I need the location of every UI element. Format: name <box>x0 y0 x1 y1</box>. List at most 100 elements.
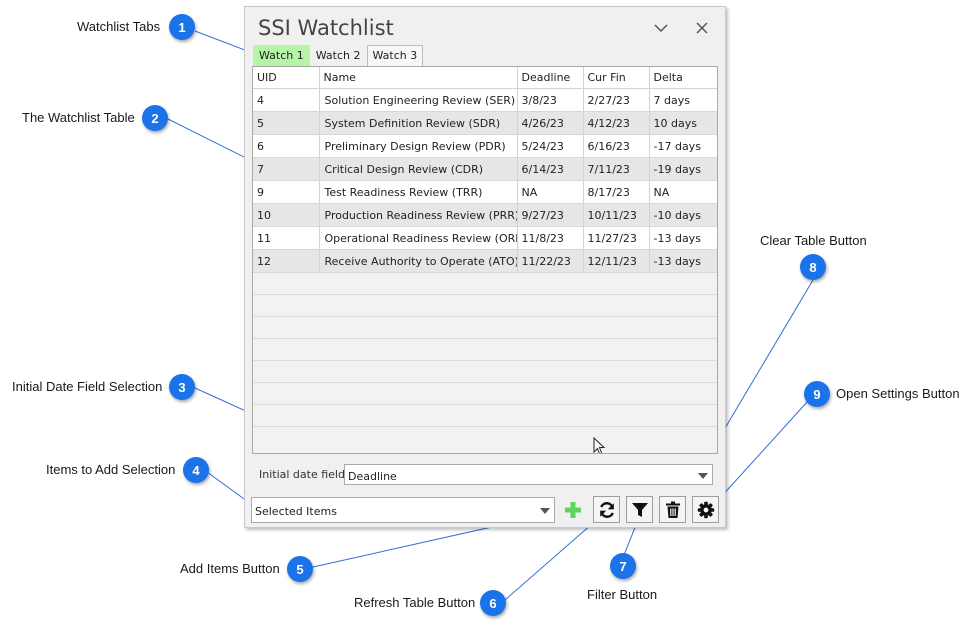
cell-delta: -17 days <box>649 134 717 158</box>
column-header-uid[interactable]: UID <box>253 67 320 89</box>
cell-name: Critical Design Review (CDR) <box>319 157 518 181</box>
initial-date-value: Deadline <box>348 470 397 483</box>
chevron-down-icon <box>654 24 668 33</box>
callout-label-2: The Watchlist Table <box>22 110 135 125</box>
watchlist-table[interactable]: UID Name Deadline Cur Fin Delta 4 Soluti… <box>252 66 718 454</box>
items-to-add-value: Selected Items <box>255 505 337 518</box>
cell-cur-fin: 8/17/23 <box>583 180 650 204</box>
clear-table-button[interactable] <box>659 496 686 523</box>
callout-badge-5: 5 <box>287 556 313 582</box>
column-header-delta[interactable]: Delta <box>649 67 717 89</box>
callout-label-8: Clear Table Button <box>760 233 867 248</box>
trash-icon <box>665 501 680 518</box>
cell-delta: -19 days <box>649 157 717 181</box>
callout-badge-3: 3 <box>169 374 195 400</box>
refresh-table-button[interactable] <box>593 496 620 523</box>
cell-deadline: NA <box>517 180 584 204</box>
cell-cur-fin: 7/11/23 <box>583 157 650 181</box>
cell-uid: 5 <box>253 111 320 135</box>
initial-date-select[interactable]: Deadline <box>344 464 713 485</box>
empty-row <box>253 360 717 383</box>
cell-uid: 6 <box>253 134 320 158</box>
table-row[interactable]: 9 Test Readiness Review (TRR) NA 8/17/23… <box>253 180 717 204</box>
cell-cur-fin: 10/11/23 <box>583 203 650 227</box>
empty-row <box>253 294 717 317</box>
cell-deadline: 11/22/23 <box>517 249 584 273</box>
watchlist-tabs: Watch 1 Watch 2 Watch 3 <box>253 45 424 67</box>
cell-delta: -13 days <box>649 226 717 250</box>
cell-deadline: 4/26/23 <box>517 111 584 135</box>
callout-label-3: Initial Date Field Selection <box>12 379 163 394</box>
cell-deadline: 6/14/23 <box>517 157 584 181</box>
cell-uid: 9 <box>253 180 320 204</box>
table-header-row: UID Name Deadline Cur Fin Delta <box>253 67 717 89</box>
cell-delta: -10 days <box>649 203 717 227</box>
open-settings-button[interactable] <box>692 496 719 523</box>
cell-name: Preliminary Design Review (PDR) <box>319 134 518 158</box>
table-row[interactable]: 10 Production Readiness Review (PRR) 9/2… <box>253 203 717 227</box>
callout-label-9: Open Settings Button <box>836 386 960 401</box>
cell-delta: 10 days <box>649 111 717 135</box>
filter-button[interactable] <box>626 496 653 523</box>
tab-watch-2[interactable]: Watch 2 <box>310 45 367 67</box>
cell-uid: 7 <box>253 157 320 181</box>
table-row[interactable]: 11 Operational Readiness Review (ORR) 11… <box>253 226 717 250</box>
cell-deadline: 3/8/23 <box>517 88 584 112</box>
empty-row <box>253 338 717 361</box>
callout-badge-2: 2 <box>142 105 168 131</box>
cell-uid: 10 <box>253 203 320 227</box>
cell-uid: 12 <box>253 249 320 273</box>
table-row[interactable]: 6 Preliminary Design Review (PDR) 5/24/2… <box>253 134 717 158</box>
items-to-add-select[interactable]: Selected Items <box>251 497 555 523</box>
callout-badge-1: 1 <box>169 14 195 40</box>
cell-uid: 11 <box>253 226 320 250</box>
filter-icon <box>631 502 648 517</box>
initial-date-label: Initial date field: <box>259 468 349 481</box>
window-title: SSI Watchlist <box>258 16 394 40</box>
cell-cur-fin: 11/27/23 <box>583 226 650 250</box>
tab-watch-3[interactable]: Watch 3 <box>366 45 424 66</box>
cell-delta: 7 days <box>649 88 717 112</box>
cell-name: Test Readiness Review (TRR) <box>319 180 518 204</box>
cell-cur-fin: 4/12/23 <box>583 111 650 135</box>
table-row[interactable]: 4 Solution Engineering Review (SER) 3/8/… <box>253 88 717 112</box>
cell-deadline: 11/8/23 <box>517 226 584 250</box>
leader-line-6 <box>504 516 601 601</box>
empty-row <box>253 272 717 295</box>
callout-label-4: Items to Add Selection <box>46 462 176 477</box>
gear-icon <box>697 501 714 518</box>
column-header-deadline[interactable]: Deadline <box>517 67 584 89</box>
close-button[interactable] <box>691 17 713 39</box>
cell-cur-fin: 2/27/23 <box>583 88 650 112</box>
refresh-icon <box>599 501 614 518</box>
cell-name: Production Readiness Review (PRR) <box>319 203 518 227</box>
callout-label-7: Filter Button <box>587 587 658 602</box>
cell-name: Solution Engineering Review (SER) <box>319 88 518 112</box>
table-row[interactable]: 5 System Definition Review (SDR) 4/26/23… <box>253 111 717 135</box>
cell-delta: NA <box>649 180 717 204</box>
column-header-name[interactable]: Name <box>319 67 518 89</box>
cell-deadline: 5/24/23 <box>517 134 584 158</box>
callout-label-1: Watchlist Tabs <box>77 19 161 34</box>
cell-uid: 4 <box>253 88 320 112</box>
callout-badge-4: 4 <box>183 457 209 483</box>
empty-row <box>253 404 717 427</box>
tab-watch-1[interactable]: Watch 1 <box>253 45 310 67</box>
mouse-cursor-icon <box>593 437 606 453</box>
plus-icon <box>565 502 581 518</box>
add-items-button[interactable] <box>561 498 585 522</box>
callout-badge-8: 8 <box>800 254 826 280</box>
table-row[interactable]: 7 Critical Design Review (CDR) 6/14/23 7… <box>253 157 717 181</box>
dropdown-arrow-icon <box>698 473 708 479</box>
column-header-cur-fin[interactable]: Cur Fin <box>583 67 650 89</box>
callout-badge-7: 7 <box>610 553 636 579</box>
empty-row <box>253 382 717 405</box>
cell-deadline: 9/27/23 <box>517 203 584 227</box>
minimize-button[interactable] <box>650 17 672 39</box>
callout-label-6: Refresh Table Button <box>354 595 476 610</box>
cell-name: Operational Readiness Review (ORR) <box>319 226 518 250</box>
watchlist-window: SSI Watchlist Watch 1 Watch 2 Watch 3 UI… <box>244 6 726 528</box>
cell-cur-fin: 12/11/23 <box>583 249 650 273</box>
cell-delta: -13 days <box>649 249 717 273</box>
table-row[interactable]: 12 Receive Authority to Operate (ATO) 11… <box>253 249 717 273</box>
